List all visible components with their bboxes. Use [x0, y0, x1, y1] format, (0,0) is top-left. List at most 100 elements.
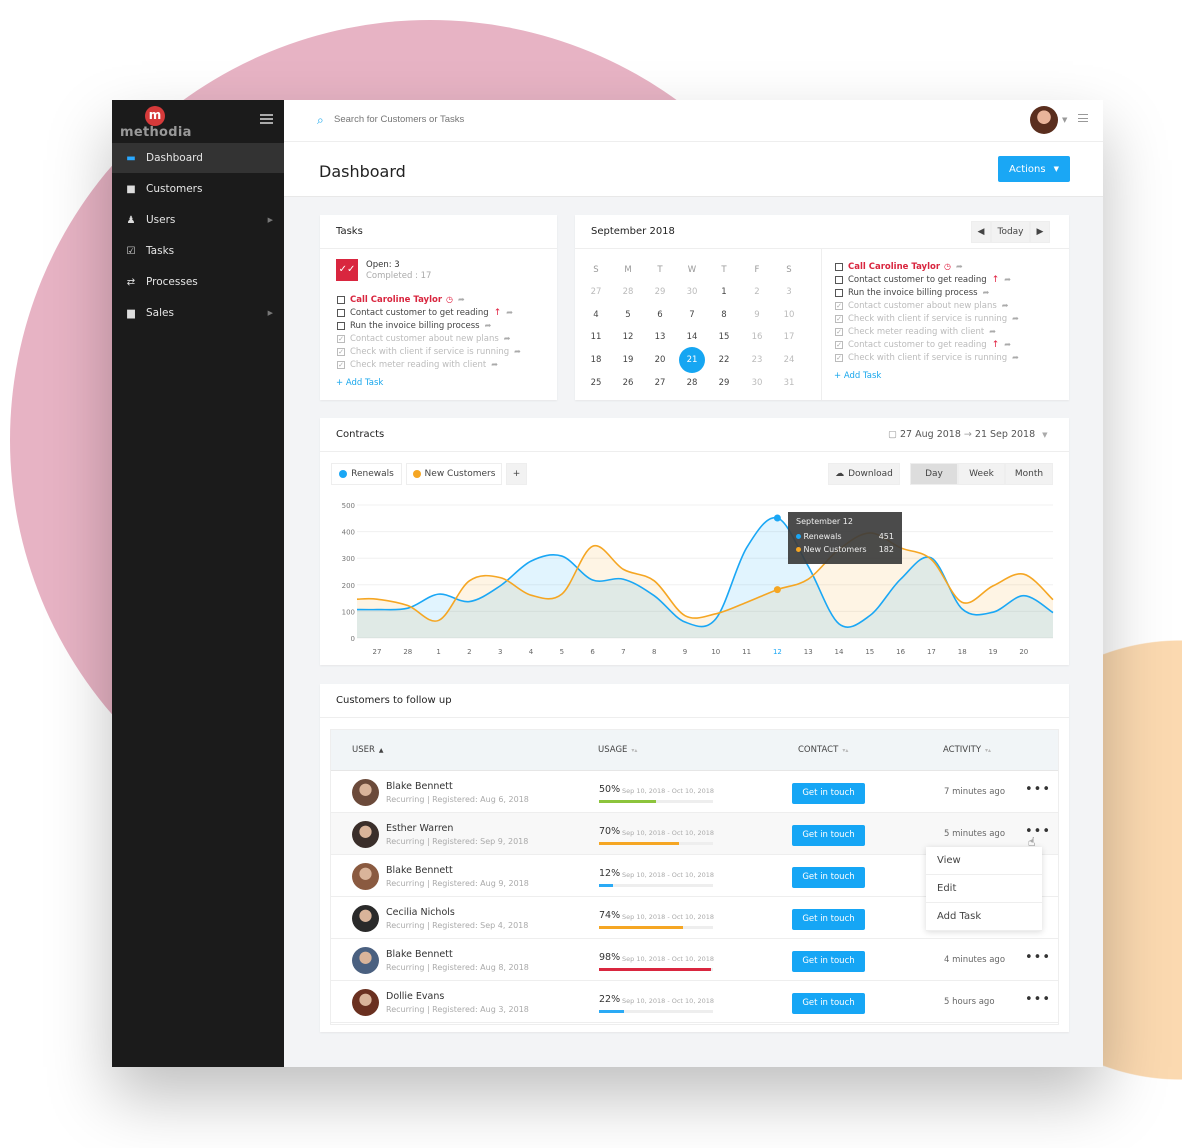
period-month[interactable]: Month	[1005, 463, 1053, 485]
calendar-day[interactable]: 26	[613, 378, 643, 388]
checkbox[interactable]	[337, 308, 345, 317]
checkbox[interactable]	[835, 275, 843, 284]
share-icon[interactable]: ➦	[485, 321, 492, 330]
user-name[interactable]: Dollie Evans	[386, 991, 444, 1002]
get-in-touch-button[interactable]: Get in touch	[792, 951, 865, 972]
task-item[interactable]: Call Caroline Taylor ◷ ➦	[337, 293, 521, 306]
share-icon[interactable]: ➦	[1012, 353, 1019, 362]
user-name[interactable]: Blake Bennett	[386, 865, 453, 876]
calendar-day[interactable]: 28	[613, 287, 643, 297]
calendar-day[interactable]: 11	[581, 332, 611, 342]
checked-checkbox[interactable]: ✓	[337, 347, 345, 356]
user-name[interactable]: Blake Bennett	[386, 781, 453, 792]
sidebar-item-tasks[interactable]: ☑ Tasks	[112, 236, 284, 266]
prev-month-button[interactable]: ◀	[971, 221, 991, 243]
menu-item-add-task[interactable]: Add Task	[926, 903, 1042, 931]
user-name[interactable]: Esther Warren	[386, 823, 453, 834]
download-button[interactable]: ☁ Download	[828, 463, 900, 485]
chevron-down-icon[interactable]: ▼	[1062, 116, 1067, 124]
task-item[interactable]: Run the invoice billing process ➦	[835, 286, 1019, 299]
calendar-day[interactable]: 30	[742, 378, 772, 388]
get-in-touch-button[interactable]: Get in touch	[792, 867, 865, 888]
menu-item-view[interactable]: View	[926, 847, 1042, 875]
share-icon[interactable]: ➦	[1002, 301, 1009, 310]
task-item[interactable]: ✓ Contact customer about new plans ➦	[337, 332, 521, 345]
get-in-touch-button[interactable]: Get in touch	[792, 909, 865, 930]
col-activity[interactable]: ACTIVITY ▾▴	[943, 745, 991, 755]
share-icon[interactable]: ➦	[491, 360, 498, 369]
task-item[interactable]: ✓ Check with client if service is running…	[835, 351, 1019, 364]
calendar-day[interactable]: 8	[709, 310, 739, 320]
calendar-day[interactable]: 31	[774, 378, 804, 388]
period-week[interactable]: Week	[958, 463, 1005, 485]
calendar-day[interactable]: 30	[677, 287, 707, 297]
col-user[interactable]: USER ▲	[352, 745, 384, 755]
share-icon[interactable]: ➦	[504, 334, 511, 343]
add-task-link[interactable]: + Add Task	[336, 378, 383, 388]
calendar-day[interactable]: 27	[645, 378, 675, 388]
calendar-day[interactable]: 22	[709, 355, 739, 365]
sidebar-item-users[interactable]: ♟ Users ▶	[112, 205, 284, 235]
share-icon[interactable]: ➦	[1012, 314, 1019, 323]
calendar-day[interactable]: 5	[613, 310, 643, 320]
col-usage[interactable]: USAGE ▾▴	[598, 745, 637, 755]
task-item[interactable]: ✓ Check meter reading with client ➦	[337, 358, 521, 371]
task-item[interactable]: Run the invoice billing process ➦	[337, 319, 521, 332]
calendar-day[interactable]: 19	[613, 355, 643, 365]
user-avatar[interactable]	[1030, 106, 1058, 134]
checked-checkbox[interactable]: ✓	[835, 301, 843, 310]
calendar-day[interactable]: 23	[742, 355, 772, 365]
legend-renewals[interactable]: Renewals	[331, 463, 402, 485]
calendar-day[interactable]: 12	[613, 332, 643, 342]
share-icon[interactable]: ➦	[983, 288, 990, 297]
hamburger-menu-icon[interactable]	[260, 114, 273, 124]
calendar-day[interactable]: 2	[742, 287, 772, 297]
task-item[interactable]: ✓ Check with client if service is running…	[835, 312, 1019, 325]
calendar-add-task-link[interactable]: + Add Task	[834, 371, 881, 381]
checked-checkbox[interactable]: ✓	[835, 353, 843, 362]
calendar-day[interactable]: 14	[677, 332, 707, 342]
sidebar-item-dashboard[interactable]: ▬ Dashboard	[112, 143, 284, 173]
calendar-day[interactable]: 4	[581, 310, 611, 320]
task-item[interactable]: ✓ Check meter reading with client ➦	[835, 325, 1019, 338]
calendar-day[interactable]: 7	[677, 310, 707, 320]
calendar-day[interactable]: 29	[709, 378, 739, 388]
legend-new-customers[interactable]: New Customers	[406, 463, 502, 485]
more-options-icon[interactable]: •••	[1025, 992, 1051, 1007]
calendar-day[interactable]: 9	[742, 310, 772, 320]
period-day[interactable]: Day	[910, 463, 958, 485]
add-series-button[interactable]: +	[506, 463, 527, 485]
actions-button[interactable]: Actions ▼	[998, 156, 1070, 182]
menu-icon[interactable]	[1078, 114, 1088, 122]
share-icon[interactable]: ➦	[956, 262, 963, 271]
share-icon[interactable]: ➦	[506, 308, 513, 317]
checkbox[interactable]	[337, 295, 345, 304]
next-month-button[interactable]: ▶	[1030, 221, 1050, 243]
share-icon[interactable]: ➦	[458, 295, 465, 304]
menu-item-edit[interactable]: Edit	[926, 875, 1042, 903]
task-item[interactable]: ✓ Contact customer to get reading ↑ ➦	[835, 338, 1019, 351]
calendar-day[interactable]: 1	[709, 287, 739, 297]
calendar-day[interactable]: 18	[581, 355, 611, 365]
checked-checkbox[interactable]: ✓	[337, 360, 345, 369]
checked-checkbox[interactable]: ✓	[337, 334, 345, 343]
calendar-day[interactable]: 16	[742, 332, 772, 342]
col-contact[interactable]: CONTACT ▾▴	[798, 745, 848, 755]
task-item[interactable]: ✓ Contact customer about new plans ➦	[835, 299, 1019, 312]
more-options-icon[interactable]: •••	[1025, 782, 1051, 797]
calendar-day[interactable]: 28	[677, 378, 707, 388]
task-item[interactable]: Contact customer to get reading ↑ ➦	[835, 273, 1019, 286]
get-in-touch-button[interactable]: Get in touch	[792, 825, 865, 846]
checkbox[interactable]	[337, 321, 345, 330]
sidebar-item-customers[interactable]: ■ Customers	[112, 174, 284, 204]
calendar-day[interactable]: 10	[774, 310, 804, 320]
checkbox[interactable]	[835, 288, 843, 297]
calendar-day[interactable]: 27	[581, 287, 611, 297]
search-input[interactable]	[334, 114, 634, 125]
share-icon[interactable]: ➦	[989, 327, 996, 336]
task-item[interactable]: Call Caroline Taylor ◷ ➦	[835, 260, 1019, 273]
user-name[interactable]: Cecilia Nichols	[386, 907, 455, 918]
checkbox[interactable]	[835, 262, 843, 271]
calendar-day[interactable]: 13	[645, 332, 675, 342]
calendar-day[interactable]: 17	[774, 332, 804, 342]
